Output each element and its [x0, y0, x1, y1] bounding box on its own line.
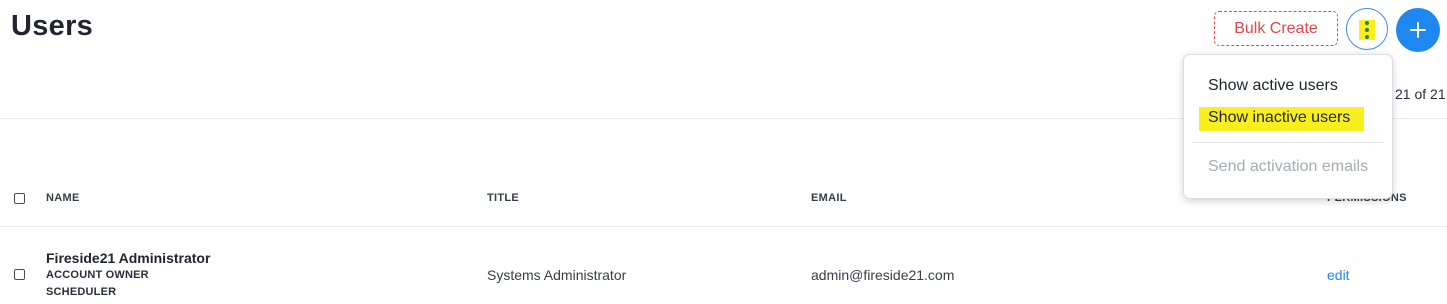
select-all-checkbox[interactable]	[14, 193, 25, 204]
vertical-ellipsis-icon	[1365, 21, 1369, 39]
column-header-name: NAME	[46, 192, 80, 204]
user-title: Systems Administrator	[487, 267, 627, 283]
user-name: Fireside21 Administrator	[46, 250, 211, 266]
add-user-button[interactable]	[1396, 8, 1440, 52]
row-checkbox[interactable]	[14, 269, 25, 280]
table-row: Fireside21 Administrator ACCOUNT OWNER S…	[0, 248, 1447, 304]
more-options-button[interactable]	[1346, 8, 1388, 50]
more-options-menu: Show active users Show inactive users Se…	[1183, 54, 1393, 199]
divider	[0, 226, 1447, 227]
pagination-count: 21 of 21	[1395, 86, 1446, 102]
column-header-title: TITLE	[487, 192, 520, 204]
menu-item-show-inactive-users[interactable]: Show inactive users	[1208, 109, 1350, 127]
column-header-email: EMAIL	[811, 192, 847, 204]
menu-divider	[1192, 142, 1384, 143]
user-role: ACCOUNT OWNER	[46, 269, 149, 281]
user-role: SCHEDULER	[46, 286, 117, 298]
edit-link[interactable]: edit	[1327, 267, 1350, 283]
menu-item-send-activation-emails: Send activation emails	[1208, 158, 1369, 175]
menu-item-show-active-users[interactable]: Show active users	[1208, 77, 1338, 95]
page-title: Users	[11, 10, 94, 42]
bulk-create-button[interactable]: Bulk Create	[1214, 11, 1338, 46]
user-email: admin@fireside21.com	[811, 267, 955, 283]
